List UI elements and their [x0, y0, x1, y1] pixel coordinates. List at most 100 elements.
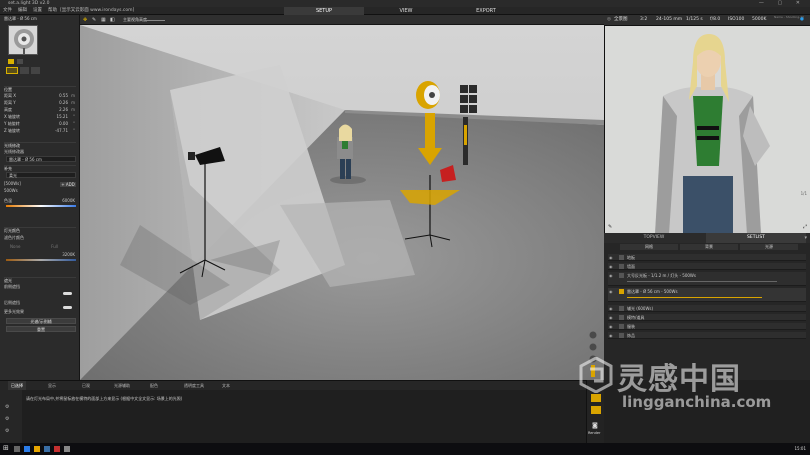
folder-icon[interactable] [591, 394, 601, 402]
tool-icon[interactable]: ⚙ [5, 416, 9, 422]
setlist-tab-lights[interactable]: 光源 [740, 244, 798, 250]
gel-header[interactable]: 灯光颜色 [4, 227, 76, 233]
camera-preset[interactable]: 全景图 [614, 15, 628, 25]
spectrum-button[interactable]: 光谱/示例辅 [6, 318, 76, 324]
taskbar-app-icon[interactable] [64, 446, 70, 452]
shadow-icon[interactable] [31, 67, 40, 74]
bottom-panel: ⚙ ⚙ ⚙ 请在灯光布局中,并将鼠标放在模特的面部上方来显示 (根据中文全文显示… [0, 390, 586, 443]
light-title: 雷达罩 - Ø 56 cm [4, 16, 37, 21]
modifier-thumbnail[interactable] [8, 25, 38, 55]
iso[interactable]: ISO100 [728, 15, 744, 25]
taskbar-app-icon[interactable] [34, 446, 40, 452]
menu-edit[interactable]: 编辑 [18, 7, 27, 15]
position-row[interactable]: 距离 Y 0.26 m [4, 100, 76, 106]
studio-scene [80, 25, 604, 380]
setlist-tab-background[interactable]: 背景 [680, 244, 738, 250]
move-icon[interactable] [6, 67, 18, 74]
shutter[interactable]: 1/125 s [686, 15, 703, 25]
value: 0.55 [59, 93, 68, 98]
fill-select[interactable]: 柔光 [6, 172, 76, 178]
setlist-item-selected[interactable]: ◉ 雷达罩 - Ø 56 cm - 500Ws [608, 288, 806, 302]
collapse-icon[interactable]: ▾ [804, 235, 807, 241]
taskbar-app-icon[interactable] [44, 446, 50, 452]
render-camera-icon[interactable]: ◙ [592, 422, 598, 429]
position-row[interactable]: 高度 2.26 m [4, 107, 76, 113]
tool-icon[interactable]: ⚙ [5, 428, 9, 434]
tool-icon[interactable]: ⚙ [5, 404, 9, 410]
setlist-item[interactable]: ◉ 墙面 [608, 263, 806, 270]
reset-button[interactable]: 重置 [6, 326, 76, 332]
select-tool-icon[interactable]: ✥ [83, 17, 87, 23]
taskbar-app-icon[interactable] [54, 446, 60, 452]
setlist-tab-grid[interactable]: 网格 [620, 244, 678, 250]
clock: 15:01 [794, 446, 806, 451]
white-balance[interactable]: 5000K [752, 15, 766, 25]
label: Y 轴旋转 [4, 121, 20, 126]
setlist-item[interactable]: ◉ 大号反光板 - 1/1.2 m / 灯头 - 500Ws [608, 272, 806, 286]
position-header[interactable]: 位置 [4, 86, 76, 92]
add-button[interactable]: + ADD [60, 182, 76, 187]
fill-header[interactable]: 补充 [4, 165, 76, 171]
setlist-item[interactable]: ◉ 模特/道具 [608, 314, 806, 321]
setlist-item[interactable]: ◉ 饰品 [608, 332, 806, 339]
start-icon[interactable]: ⊞ [3, 444, 9, 452]
viewport-3d[interactable] [80, 25, 604, 380]
flag-front[interactable]: 前侧遮挡 [4, 284, 76, 290]
bottom-sidebar: ⚙ ⚙ ⚙ [0, 390, 22, 443]
light-type-icon[interactable] [8, 59, 14, 64]
modifier-sub: 光线修改器 [4, 149, 24, 154]
modifier-header[interactable]: 光线修改 [4, 142, 76, 148]
grid-tool-icon[interactable]: ▦ [101, 17, 106, 23]
modifier-select[interactable]: 雷达罩 - Ø 56 cm [6, 156, 76, 162]
kelvin-slider[interactable] [6, 259, 76, 261]
position-row[interactable]: Z 轴旋转 -47.71 ° [4, 128, 76, 134]
tab-setlist[interactable]: SETLIST [706, 233, 806, 243]
viewport-toolbar: ✥ ✎ ▦ ◧ 主要视角高度 [80, 15, 604, 25]
setlist-item[interactable]: ◉ 服装 [608, 323, 806, 330]
flags-header[interactable]: 遮光 [4, 277, 76, 283]
label: 高度 [4, 107, 12, 112]
tab-setup[interactable]: SETUP [284, 7, 364, 15]
menu-link[interactable]: [显示又云影面 www.irondays.com] [60, 7, 134, 15]
eye-icon: ◉ [609, 264, 613, 269]
color-temp-slider[interactable] [6, 205, 76, 207]
position-row[interactable]: 距离 X 0.55 m [4, 93, 76, 99]
taskbar-app-icon[interactable] [14, 446, 20, 452]
gel-full: Full [51, 244, 58, 249]
taskbar-app-icon[interactable] [24, 446, 30, 452]
item-label: 地板 [627, 255, 635, 260]
tab-view[interactable]: VIEW [366, 7, 446, 15]
menu-help[interactable]: 帮助 [48, 7, 57, 15]
unit: ° [73, 128, 75, 133]
gel-label: 滤色片颜色 [4, 235, 24, 240]
window-controls[interactable]: — ▢ ✕ [759, 0, 806, 7]
kelvin-value: 3200K [62, 252, 75, 257]
aperture[interactable]: f/8.0 [710, 15, 720, 25]
color-wheel-icon[interactable]: ● [800, 15, 804, 25]
gel-options[interactable]: None Full [4, 244, 76, 250]
setlist-item[interactable]: ◉ 辅光 (600Ws) [608, 305, 806, 312]
label: X 轴旋转 [4, 114, 21, 119]
rotate-icon[interactable] [17, 59, 23, 64]
aspect-ratio[interactable]: 3:2 [640, 15, 647, 25]
camera-height-slider[interactable] [145, 20, 165, 21]
pencil-icon[interactable]: ✎ [608, 224, 612, 230]
folder-icon[interactable] [591, 406, 601, 414]
render-label[interactable]: Render [588, 431, 600, 435]
tab-export[interactable]: EXPORT [446, 7, 526, 15]
position-row[interactable]: Y 轴旋转 0.00 ° [4, 121, 76, 127]
label: 距离 Y [4, 100, 16, 105]
setlist-item[interactable]: ◉ 地板 [608, 254, 806, 261]
pen-tool-icon[interactable]: ✎ [92, 17, 96, 23]
position-row[interactable]: X 轴旋转 15.21 ° [4, 114, 76, 120]
menu-settings[interactable]: 设置 [33, 7, 42, 15]
menu-file[interactable]: 文件 [3, 7, 12, 15]
expand-icon[interactable]: ⤢ [803, 224, 807, 230]
camera-height-label: 主要视角高度 [123, 17, 147, 22]
camera-tool-icon[interactable]: ◧ [110, 17, 115, 23]
lens[interactable]: 24-105 mm [656, 15, 682, 25]
taskbar: ⊞ 15:01 [0, 443, 810, 455]
flag-front-toggle[interactable] [63, 292, 72, 295]
tab-topview[interactable]: TOPVIEW [604, 233, 704, 243]
light-icon[interactable] [20, 67, 29, 74]
